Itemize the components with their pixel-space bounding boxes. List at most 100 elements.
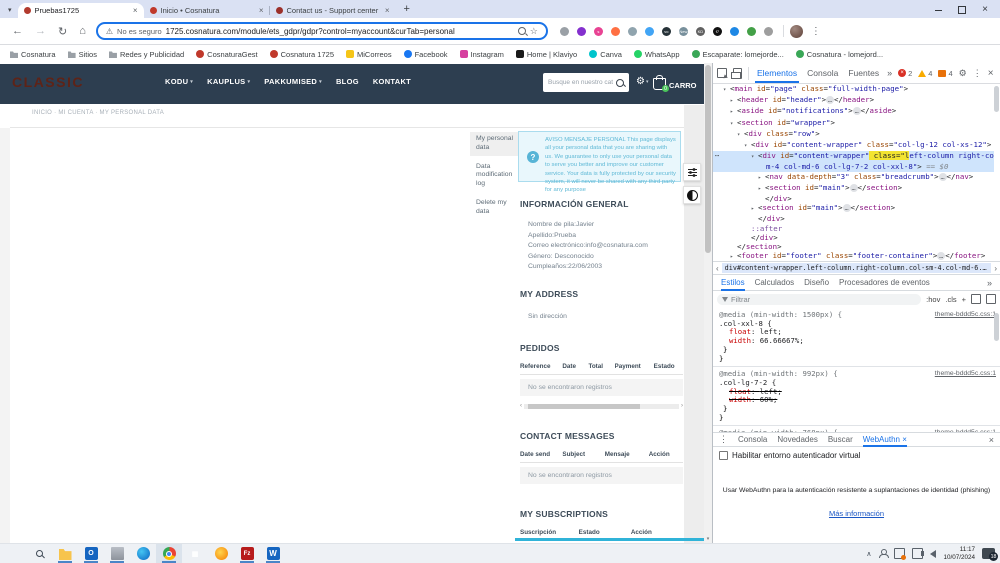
node-actions-icon[interactable]: ⋯ bbox=[715, 151, 719, 160]
drawer-tab-consola[interactable]: Consola bbox=[738, 432, 767, 447]
css-rule[interactable]: @media (min-width: 1500px) {theme-bddd5c… bbox=[713, 308, 1000, 367]
taskbar-outlook-icon[interactable]: O bbox=[78, 544, 104, 563]
taskbar-start-icon[interactable] bbox=[0, 544, 26, 563]
bookmark-item[interactable]: Canva bbox=[589, 50, 622, 59]
extension-icon[interactable]: s bbox=[594, 27, 603, 36]
webauthn-checkbox[interactable] bbox=[719, 451, 728, 460]
filter-settings-button[interactable] bbox=[683, 163, 701, 181]
styles-tab-diseño[interactable]: Diseño bbox=[804, 278, 829, 287]
device-toolbar-icon[interactable] bbox=[733, 68, 742, 79]
warning-badge[interactable]: 4 bbox=[918, 69, 932, 78]
taskbar-chrome-icon[interactable] bbox=[156, 544, 182, 563]
expand-closed-icon[interactable]: ▸ bbox=[730, 97, 737, 106]
error-badge[interactable]: ×2 bbox=[898, 69, 912, 78]
site-logo[interactable]: CLASSIC bbox=[12, 74, 84, 90]
css-rule[interactable]: @media (min-width: 992px) {theme-bddd5c.… bbox=[713, 367, 1000, 426]
reload-icon[interactable]: ↻ bbox=[58, 25, 67, 38]
dom-tree-node[interactable]: ▾<main id="page" class="full-width-page"… bbox=[713, 84, 994, 95]
expand-closed-icon[interactable]: ▸ bbox=[758, 174, 765, 183]
dom-tree-node[interactable]: ::after bbox=[713, 224, 994, 233]
dom-tree-node[interactable]: </div> bbox=[713, 194, 994, 203]
tray-expand-icon[interactable]: ∧ bbox=[866, 550, 871, 558]
devtools-tab-fuentes[interactable]: Fuentes bbox=[846, 63, 881, 83]
styles-tab-procesadores-de-eventos[interactable]: Procesadores de eventos bbox=[839, 278, 930, 287]
bookmark-item[interactable]: Redes y Publicidad bbox=[109, 50, 184, 59]
new-tab-button[interactable]: + bbox=[404, 4, 410, 15]
taskbar-explorer-icon[interactable] bbox=[52, 544, 78, 563]
dom-tree-node[interactable]: ⋯▾<div id="content-wrapper" class="left-… bbox=[713, 151, 994, 162]
browser-tab[interactable]: Pruebas1725× bbox=[18, 3, 144, 18]
styles-scrollbar-thumb[interactable] bbox=[994, 313, 999, 341]
tray-volume-icon[interactable] bbox=[930, 550, 936, 558]
expand-closed-icon[interactable]: ▸ bbox=[758, 185, 765, 194]
minimize-icon[interactable] bbox=[935, 10, 942, 11]
drawer-close-icon[interactable]: × bbox=[989, 435, 994, 445]
browser-menu-icon[interactable]: ⋮ bbox=[811, 26, 821, 37]
stylesheet-source-link[interactable]: theme-bddd5c.css:1 bbox=[935, 370, 996, 379]
maximize-icon[interactable] bbox=[958, 6, 966, 14]
site-search-icon[interactable] bbox=[616, 79, 624, 87]
toggle-hover-button[interactable]: :hov bbox=[926, 295, 940, 304]
styles-tab-calculados[interactable]: Calculados bbox=[755, 278, 795, 287]
property-name[interactable]: width bbox=[729, 336, 751, 345]
expand-open-icon[interactable]: ▾ bbox=[744, 142, 751, 151]
expand-open-icon[interactable]: ▾ bbox=[730, 120, 737, 129]
expand-closed-icon[interactable]: ▸ bbox=[751, 205, 758, 214]
browser-tab[interactable]: Inicio • Cosnatura× bbox=[144, 3, 270, 18]
scroll-track[interactable] bbox=[524, 404, 679, 409]
devtools-tab-elementos[interactable]: Elementos bbox=[755, 63, 799, 83]
bookmark-item[interactable]: WhatsApp bbox=[634, 50, 680, 59]
scroll-thumb[interactable] bbox=[528, 404, 640, 409]
tab-close-icon[interactable]: × bbox=[133, 6, 138, 15]
extension-icon[interactable]: f7 bbox=[713, 27, 722, 36]
page-scrollbar[interactable]: ▾ bbox=[704, 63, 712, 543]
tray-app-notification-icon[interactable] bbox=[894, 548, 905, 559]
bookmark-item[interactable]: Facebook bbox=[404, 50, 448, 59]
extension-icon[interactable]: KD bbox=[696, 27, 705, 36]
extension-icon[interactable] bbox=[645, 27, 654, 36]
expand-open-icon[interactable]: ▾ bbox=[737, 131, 744, 140]
site-nav-item[interactable]: KONTAKT bbox=[373, 77, 411, 86]
site-nav-item[interactable]: KAUPLUS▾ bbox=[207, 77, 250, 86]
url-text[interactable]: 1725.cosnatura.com/module/ets_gdpr/gdpr?… bbox=[166, 27, 514, 36]
issues-badge[interactable]: 4 bbox=[938, 69, 952, 78]
crumb-scroll-right-icon[interactable]: › bbox=[991, 264, 1000, 273]
forward-icon[interactable]: → bbox=[35, 25, 46, 37]
dom-tree-node[interactable]: ▾<div id="content-wrapper" class="col-lg… bbox=[713, 140, 994, 151]
property-value[interactable]: 66.66667% bbox=[760, 336, 800, 345]
devtools-settings-icon[interactable]: ⚙ bbox=[959, 68, 967, 79]
webauthn-learn-more-link[interactable]: Más información bbox=[713, 509, 1000, 518]
styles-filter-input[interactable]: Filtrar bbox=[717, 294, 921, 305]
extension-icon[interactable] bbox=[611, 27, 620, 36]
scroll-right-icon[interactable]: › bbox=[681, 403, 683, 410]
more-tabs-icon[interactable]: » bbox=[887, 68, 892, 78]
search-icon[interactable] bbox=[518, 27, 526, 35]
dom-tree-scrollbar-thumb[interactable] bbox=[994, 86, 999, 112]
taskbar-edge-icon[interactable] bbox=[130, 544, 156, 563]
extension-icon[interactable] bbox=[764, 27, 773, 36]
sidebar-item[interactable]: Delete my data bbox=[470, 196, 519, 220]
dom-tree-node[interactable]: ▾<div class="row"> bbox=[713, 129, 994, 140]
expand-open-icon[interactable]: ▾ bbox=[751, 153, 758, 162]
scroll-down-icon[interactable]: ▾ bbox=[704, 536, 712, 542]
taskbar-notes-icon[interactable] bbox=[104, 544, 130, 563]
action-center-icon[interactable]: 18 bbox=[982, 548, 995, 559]
stylesheet-source-link[interactable]: theme-bddd5c.css:1 bbox=[935, 311, 996, 320]
drawer-tab-webauthn[interactable]: WebAuthn × bbox=[863, 432, 907, 447]
extension-icon[interactable] bbox=[747, 27, 756, 36]
home-icon[interactable]: ⌂ bbox=[79, 25, 86, 37]
site-nav-item[interactable]: BLOG bbox=[336, 77, 359, 86]
sidebar-item[interactable]: Data modification log bbox=[470, 160, 519, 192]
taskbar-clock[interactable]: 11:17 10/07/2024 bbox=[943, 546, 975, 561]
tab-search-chevron-icon[interactable]: ▾ bbox=[8, 6, 12, 14]
drawer-tab-buscar[interactable]: Buscar bbox=[828, 432, 853, 447]
inspect-element-icon[interactable] bbox=[717, 68, 727, 78]
styles-tab-estilos[interactable]: Estilos bbox=[721, 275, 745, 291]
dom-tree-node[interactable]: ▸<nav data-depth="3" class="breadcrumb">… bbox=[713, 172, 994, 183]
dom-tree-node[interactable]: ▸<header id="header">…</header> bbox=[713, 95, 994, 106]
extension-icon[interactable] bbox=[577, 27, 586, 36]
bookmark-item[interactable]: Home | Klaviyo bbox=[516, 50, 577, 59]
back-icon[interactable]: ← bbox=[12, 25, 23, 37]
profile-avatar[interactable] bbox=[790, 25, 803, 38]
dom-tree-node[interactable]: </section> bbox=[713, 242, 994, 251]
